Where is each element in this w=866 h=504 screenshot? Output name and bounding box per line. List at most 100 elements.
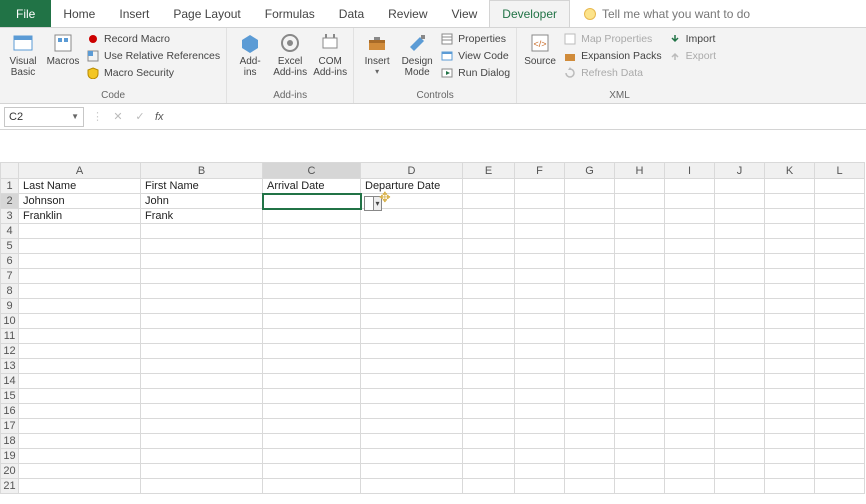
record-macro-button[interactable]: Record Macro xyxy=(86,32,220,46)
cell-D16[interactable] xyxy=(361,404,463,419)
cell-H19[interactable] xyxy=(615,449,665,464)
cell-L8[interactable] xyxy=(815,284,865,299)
cell-H13[interactable] xyxy=(615,359,665,374)
cell-E15[interactable] xyxy=(463,389,515,404)
excel-addins-button[interactable]: Excel Add-ins xyxy=(273,32,307,78)
cell-G11[interactable] xyxy=(565,329,615,344)
cell-F9[interactable] xyxy=(515,299,565,314)
cell-G5[interactable] xyxy=(565,239,615,254)
column-header-E[interactable]: E xyxy=(463,163,515,179)
cell-G1[interactable] xyxy=(565,179,615,194)
cell-B5[interactable] xyxy=(141,239,263,254)
cell-E9[interactable] xyxy=(463,299,515,314)
design-mode-button[interactable]: Design Mode xyxy=(400,32,434,78)
cell-E11[interactable] xyxy=(463,329,515,344)
cell-L4[interactable] xyxy=(815,224,865,239)
row-header-12[interactable]: 12 xyxy=(1,344,19,359)
cell-H16[interactable] xyxy=(615,404,665,419)
cell-H17[interactable] xyxy=(615,419,665,434)
select-all-corner[interactable] xyxy=(1,163,19,179)
cell-K8[interactable] xyxy=(765,284,815,299)
cell-H20[interactable] xyxy=(615,464,665,479)
source-button[interactable]: </> Source xyxy=(523,32,557,67)
cell-D18[interactable] xyxy=(361,434,463,449)
cell-F3[interactable] xyxy=(515,209,565,224)
cell-A12[interactable] xyxy=(19,344,141,359)
cell-G19[interactable] xyxy=(565,449,615,464)
cell-G7[interactable] xyxy=(565,269,615,284)
cell-G9[interactable] xyxy=(565,299,615,314)
cell-I5[interactable] xyxy=(665,239,715,254)
cell-I12[interactable] xyxy=(665,344,715,359)
macro-security-button[interactable]: Macro Security xyxy=(86,66,220,80)
cell-B17[interactable] xyxy=(141,419,263,434)
cell-C20[interactable] xyxy=(263,464,361,479)
cell-H4[interactable] xyxy=(615,224,665,239)
column-header-I[interactable]: I xyxy=(665,163,715,179)
cell-A19[interactable] xyxy=(19,449,141,464)
row-header-13[interactable]: 13 xyxy=(1,359,19,374)
cell-L19[interactable] xyxy=(815,449,865,464)
cell-K6[interactable] xyxy=(765,254,815,269)
row-header-1[interactable]: 1 xyxy=(1,179,19,194)
cell-H7[interactable] xyxy=(615,269,665,284)
cell-B16[interactable] xyxy=(141,404,263,419)
tab-home[interactable]: Home xyxy=(51,0,107,27)
cell-B1[interactable]: First Name xyxy=(141,179,263,194)
row-header-11[interactable]: 11 xyxy=(1,329,19,344)
row-header-14[interactable]: 14 xyxy=(1,374,19,389)
column-header-B[interactable]: B xyxy=(141,163,263,179)
cell-H18[interactable] xyxy=(615,434,665,449)
cell-E14[interactable] xyxy=(463,374,515,389)
column-header-G[interactable]: G xyxy=(565,163,615,179)
com-addins-button[interactable]: COM Add-ins xyxy=(313,32,347,78)
cell-A2[interactable]: Johnson xyxy=(19,194,141,209)
name-box[interactable]: C2 ▼ xyxy=(4,107,84,127)
tell-me-search[interactable]: Tell me what you want to do xyxy=(576,0,758,27)
cell-B4[interactable] xyxy=(141,224,263,239)
cell-B21[interactable] xyxy=(141,479,263,494)
cell-K12[interactable] xyxy=(765,344,815,359)
cell-J19[interactable] xyxy=(715,449,765,464)
cell-L5[interactable] xyxy=(815,239,865,254)
cell-A11[interactable] xyxy=(19,329,141,344)
cell-K10[interactable] xyxy=(765,314,815,329)
cell-G20[interactable] xyxy=(565,464,615,479)
cell-G21[interactable] xyxy=(565,479,615,494)
cell-L20[interactable] xyxy=(815,464,865,479)
cell-F2[interactable] xyxy=(515,194,565,209)
cell-F5[interactable] xyxy=(515,239,565,254)
cell-L1[interactable] xyxy=(815,179,865,194)
cell-B10[interactable] xyxy=(141,314,263,329)
cell-C18[interactable] xyxy=(263,434,361,449)
cell-H6[interactable] xyxy=(615,254,665,269)
column-header-J[interactable]: J xyxy=(715,163,765,179)
cell-D20[interactable] xyxy=(361,464,463,479)
row-header-9[interactable]: 9 xyxy=(1,299,19,314)
cell-H11[interactable] xyxy=(615,329,665,344)
cell-D9[interactable] xyxy=(361,299,463,314)
cell-G4[interactable] xyxy=(565,224,615,239)
cell-G10[interactable] xyxy=(565,314,615,329)
cell-I16[interactable] xyxy=(665,404,715,419)
insert-control-button[interactable]: Insert ▾ xyxy=(360,32,394,76)
cell-E19[interactable] xyxy=(463,449,515,464)
cell-I20[interactable] xyxy=(665,464,715,479)
cell-J11[interactable] xyxy=(715,329,765,344)
macros-button[interactable]: Macros xyxy=(46,32,80,67)
cell-D4[interactable] xyxy=(361,224,463,239)
cell-I9[interactable] xyxy=(665,299,715,314)
tab-file[interactable]: File xyxy=(0,0,51,27)
row-header-3[interactable]: 3 xyxy=(1,209,19,224)
cell-J4[interactable] xyxy=(715,224,765,239)
cell-B7[interactable] xyxy=(141,269,263,284)
cell-E5[interactable] xyxy=(463,239,515,254)
cell-I18[interactable] xyxy=(665,434,715,449)
cell-F14[interactable] xyxy=(515,374,565,389)
column-header-A[interactable]: A xyxy=(19,163,141,179)
cell-H2[interactable] xyxy=(615,194,665,209)
cell-L13[interactable] xyxy=(815,359,865,374)
cell-E17[interactable] xyxy=(463,419,515,434)
cell-C21[interactable] xyxy=(263,479,361,494)
tab-page-layout[interactable]: Page Layout xyxy=(161,0,252,27)
